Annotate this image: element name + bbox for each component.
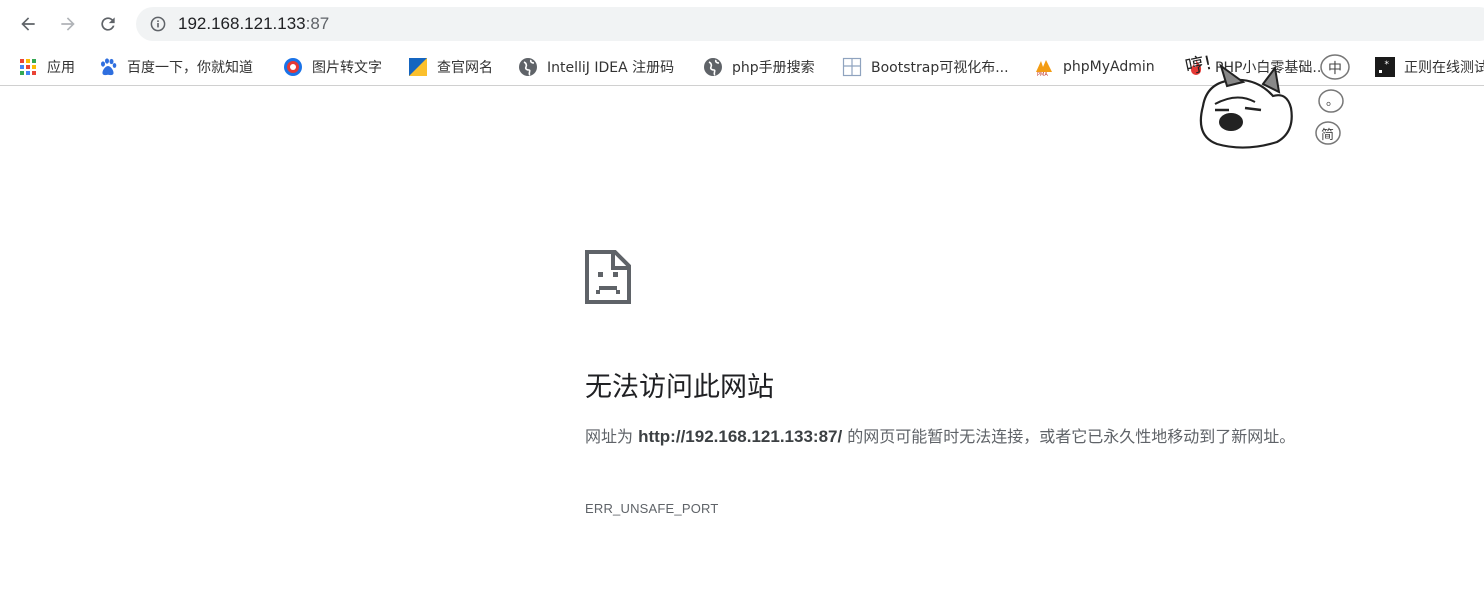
sad-page-icon	[585, 250, 631, 304]
bookmark-intellij[interactable]: IntelliJ IDEA 注册码	[518, 55, 674, 79]
desc-suffix: 的网页可能暂时无法连接，或者它已永久性地移动到了新网址。	[842, 427, 1296, 446]
image-ocr-icon	[284, 58, 302, 76]
reload-icon	[101, 17, 115, 31]
bookmark-label: IntelliJ IDEA 注册码	[547, 60, 675, 76]
globe-icon	[704, 58, 722, 76]
arrow-right-icon	[61, 17, 75, 31]
bookmark-label: 百度一下，你就知道	[127, 60, 253, 76]
bookmark-label: 图片转文字	[312, 60, 382, 76]
bookmark-image-to-text[interactable]: 图片转文字	[283, 55, 382, 79]
bookmark-label: 正则在线测试	[1404, 60, 1484, 76]
bookmark-label: php手册搜索	[732, 60, 815, 76]
error-page: 无法访问此网站 网址为 http://192.168.121.133:87/ 的…	[0, 87, 1484, 594]
site-lookup-icon	[409, 58, 427, 76]
info-icon[interactable]	[150, 16, 166, 32]
sticker-bubble-1: 中	[1328, 61, 1342, 77]
phpmyadmin-icon: PMA	[1036, 60, 1052, 77]
address-bar[interactable]: 192.168.121.133:87	[136, 7, 1484, 41]
apps-grid-icon	[20, 59, 36, 75]
back-button[interactable]	[14, 10, 42, 38]
svg-text:PMA: PMA	[1037, 72, 1048, 77]
forward-button[interactable]	[54, 10, 82, 38]
error-title: 无法访问此网站	[585, 372, 774, 403]
bookmark-baidu[interactable]: 百度一下，你就知道	[98, 55, 253, 79]
regex-icon: *	[1375, 57, 1395, 77]
url-text[interactable]: 192.168.121.133:87	[178, 14, 329, 34]
layout-grid-icon	[842, 57, 862, 77]
bookmark-label: 应用	[47, 60, 75, 76]
baidu-paw-icon	[101, 58, 117, 76]
bookmark-regex[interactable]: * 正则在线测试	[1375, 55, 1484, 79]
desc-prefix: 网址为	[585, 427, 639, 446]
bookmark-phpmyadmin[interactable]: PMA phpMyAdmin	[1034, 55, 1155, 79]
bookmark-apps[interactable]: 应用	[18, 55, 75, 79]
url-host: 192.168.121.133	[178, 14, 306, 33]
browser-toolbar: 192.168.121.133:87	[0, 0, 1484, 48]
error-code: ERR_UNSAFE_PORT	[585, 501, 719, 516]
bookmark-label: 查官网名	[437, 60, 493, 76]
sticker-hand-text: 哼!	[1185, 52, 1214, 79]
error-url: http://192.168.121.133:87/	[638, 427, 843, 446]
bookmark-site-lookup[interactable]: 查官网名	[408, 55, 493, 79]
url-port: :87	[305, 14, 330, 33]
arrow-left-icon	[21, 17, 35, 31]
error-description: 网址为 http://192.168.121.133:87/ 的网页可能暂时无法…	[585, 421, 1345, 452]
bookmark-bootstrap[interactable]: Bootstrap可视化布...	[842, 55, 1009, 79]
bookmark-label: Bootstrap可视化布...	[871, 60, 1009, 76]
globe-icon	[519, 58, 537, 76]
svg-text:*: *	[1384, 60, 1389, 70]
reload-button[interactable]	[94, 10, 122, 38]
bookmark-php-manual[interactable]: php手册搜索	[703, 55, 815, 79]
bookmark-label: phpMyAdmin	[1063, 59, 1155, 75]
